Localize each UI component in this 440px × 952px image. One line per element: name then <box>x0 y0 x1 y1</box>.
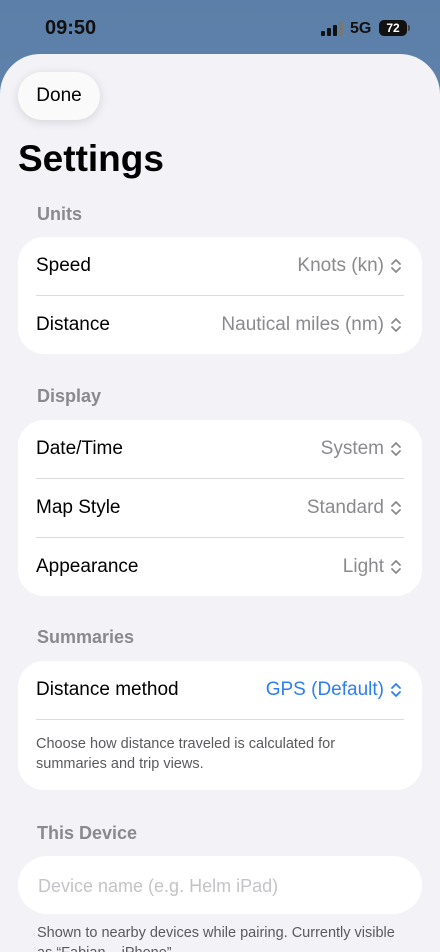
map-style-row[interactable]: Map Style Standard <box>18 479 422 537</box>
distance-picker[interactable]: Nautical miles (nm) <box>221 314 402 336</box>
device-name-footnote: Shown to nearby devices while pairing. C… <box>37 925 395 952</box>
device-name-field[interactable] <box>18 856 422 916</box>
page-title: Settings <box>18 138 164 179</box>
speed-row[interactable]: Speed Knots (kn) <box>18 237 422 295</box>
summaries-card: Distance method GPS (Default) Choose how… <box>18 661 422 790</box>
distance-method-label: Distance method <box>36 679 179 700</box>
appearance-row[interactable]: Appearance Light <box>18 538 422 596</box>
section-header-units: Units <box>37 204 82 224</box>
device-name-input[interactable] <box>36 856 410 916</box>
date-time-value: System <box>320 438 384 459</box>
section-header-display: Display <box>37 386 102 406</box>
map-style-picker[interactable]: Standard <box>307 497 402 519</box>
distance-method-footnote: Choose how distance traveled is calculat… <box>36 736 336 772</box>
battery-level: 72 <box>386 21 400 35</box>
date-time-label: Date/Time <box>36 438 123 459</box>
display-card: Date/Time System Map Style Standard Appe… <box>18 420 422 596</box>
cellular-signal-icon <box>321 22 343 36</box>
done-button[interactable]: Done <box>18 72 100 120</box>
date-time-picker[interactable]: System <box>321 438 402 460</box>
distance-value: Nautical miles (nm) <box>221 314 384 335</box>
date-time-row[interactable]: Date/Time System <box>18 420 422 478</box>
speed-value: Knots (kn) <box>297 255 384 276</box>
battery-icon: 72 <box>379 20 410 36</box>
chevron-up-down-icon <box>391 442 401 456</box>
appearance-value: Light <box>342 556 384 577</box>
status-bar: 09:50 5G 72 <box>0 0 440 56</box>
settings-sheet: Done Settings Units Speed Knots (kn) Dis… <box>0 54 440 952</box>
distance-method-picker[interactable]: GPS (Default) <box>266 679 402 701</box>
chevron-up-down-icon <box>391 683 401 697</box>
section-header-this-device: This Device <box>37 823 138 843</box>
section-header-summaries: Summaries <box>37 627 135 647</box>
speed-label: Speed <box>36 255 91 276</box>
units-card: Speed Knots (kn) Distance Nautical miles… <box>18 237 422 354</box>
distance-label: Distance <box>36 314 110 335</box>
status-time: 09:50 <box>45 17 97 39</box>
divider <box>36 719 404 720</box>
appearance-label: Appearance <box>36 556 139 577</box>
chevron-up-down-icon <box>391 318 401 332</box>
map-style-value: Standard <box>306 497 384 518</box>
chevron-up-down-icon <box>391 259 401 273</box>
appearance-picker[interactable]: Light <box>343 556 402 578</box>
distance-row[interactable]: Distance Nautical miles (nm) <box>18 296 422 354</box>
distance-method-value: GPS (Default) <box>265 679 384 700</box>
chevron-up-down-icon <box>391 560 401 574</box>
distance-method-row[interactable]: Distance method GPS (Default) <box>18 661 422 719</box>
chevron-up-down-icon <box>391 501 401 515</box>
speed-picker[interactable]: Knots (kn) <box>297 255 402 277</box>
map-style-label: Map Style <box>36 497 121 518</box>
network-type: 5G <box>350 20 372 37</box>
